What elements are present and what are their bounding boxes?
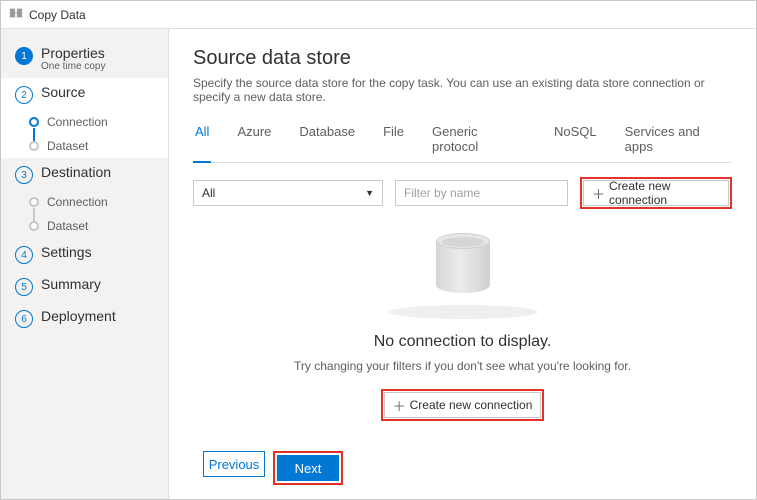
annotation-highlight: ＋ Create new connection <box>381 389 545 421</box>
substep-label: Connection <box>47 115 108 129</box>
annotation-highlight: Next <box>273 451 343 485</box>
step-summary[interactable]: 5 Summary <box>1 270 168 302</box>
step-label: Summary <box>41 276 101 292</box>
tab-generic-protocol[interactable]: Generic protocol <box>430 118 528 162</box>
category-select[interactable]: All ▼ <box>193 180 383 206</box>
step-deployment[interactable]: 6 Deployment <box>1 302 168 334</box>
plus-icon: ＋ <box>592 184 605 203</box>
window-title: Copy Data <box>29 8 86 22</box>
step-settings[interactable]: 4 Settings <box>1 238 168 270</box>
tab-azure[interactable]: Azure <box>235 118 273 162</box>
tab-services-apps[interactable]: Services and apps <box>623 118 732 162</box>
substep-destination-connection[interactable]: Connection <box>29 190 168 214</box>
tab-all[interactable]: All <box>193 118 211 162</box>
chevron-down-icon: ▼ <box>365 188 374 198</box>
wizard-sidebar: 1 Properties One time copy 2 Source Conn… <box>1 29 169 499</box>
filter-by-name-input[interactable] <box>395 180 568 206</box>
button-label: Create new connection <box>410 398 533 412</box>
create-connection-button[interactable]: ＋ Create new connection <box>583 180 729 206</box>
next-button[interactable]: Next <box>277 455 339 481</box>
title-bar: Copy Data <box>1 1 756 29</box>
substep-dot-icon <box>29 197 39 207</box>
tab-file[interactable]: File <box>381 118 406 162</box>
database-cylinder-icon <box>436 231 490 301</box>
step-source[interactable]: 2 Source <box>1 78 168 110</box>
substep-dot-icon <box>29 117 39 127</box>
shadow-decoration <box>388 305 538 319</box>
empty-state-title: No connection to display. <box>374 333 552 351</box>
substep-source-dataset[interactable]: Dataset <box>29 134 168 158</box>
step-badge: 1 <box>15 47 33 65</box>
substep-destination-dataset[interactable]: Dataset <box>29 214 168 238</box>
create-connection-button[interactable]: ＋ Create new connection <box>384 392 542 418</box>
category-select-value: All <box>202 186 215 200</box>
empty-state: No connection to display. Try changing y… <box>193 209 732 443</box>
substep-label: Dataset <box>47 219 88 233</box>
empty-state-subtitle: Try changing your filters if you don't s… <box>294 359 631 373</box>
tab-nosql[interactable]: NoSQL <box>552 118 599 162</box>
step-subtitle: One time copy <box>41 61 105 72</box>
previous-button[interactable]: Previous <box>203 451 265 477</box>
step-label: Deployment <box>41 308 116 324</box>
substep-label: Connection <box>47 195 108 209</box>
step-label: Properties <box>41 45 105 61</box>
page-description: Specify the source data store for the co… <box>193 76 732 104</box>
step-badge: 2 <box>15 86 33 104</box>
step-label: Source <box>41 84 85 100</box>
page-title: Source data store <box>193 47 732 70</box>
step-destination[interactable]: 3 Destination <box>1 158 168 190</box>
connection-category-tabs: All Azure Database File Generic protocol… <box>193 118 732 163</box>
plus-icon: ＋ <box>393 396 406 415</box>
step-badge: 4 <box>15 246 33 264</box>
step-label: Destination <box>41 164 111 180</box>
button-label: Create new connection <box>609 179 720 207</box>
substep-dot-icon <box>29 221 39 231</box>
substep-label: Dataset <box>47 139 88 153</box>
step-badge: 6 <box>15 310 33 328</box>
step-properties[interactable]: 1 Properties One time copy <box>1 39 168 78</box>
annotation-highlight: ＋ Create new connection <box>580 177 732 209</box>
copy-data-icon <box>9 6 29 23</box>
substep-source-connection[interactable]: Connection <box>29 110 168 134</box>
step-badge: 3 <box>15 166 33 184</box>
step-badge: 5 <box>15 278 33 296</box>
tab-database[interactable]: Database <box>297 118 357 162</box>
substep-dot-icon <box>29 141 39 151</box>
wizard-footer: Previous Next <box>193 443 732 489</box>
step-label: Settings <box>41 244 92 260</box>
